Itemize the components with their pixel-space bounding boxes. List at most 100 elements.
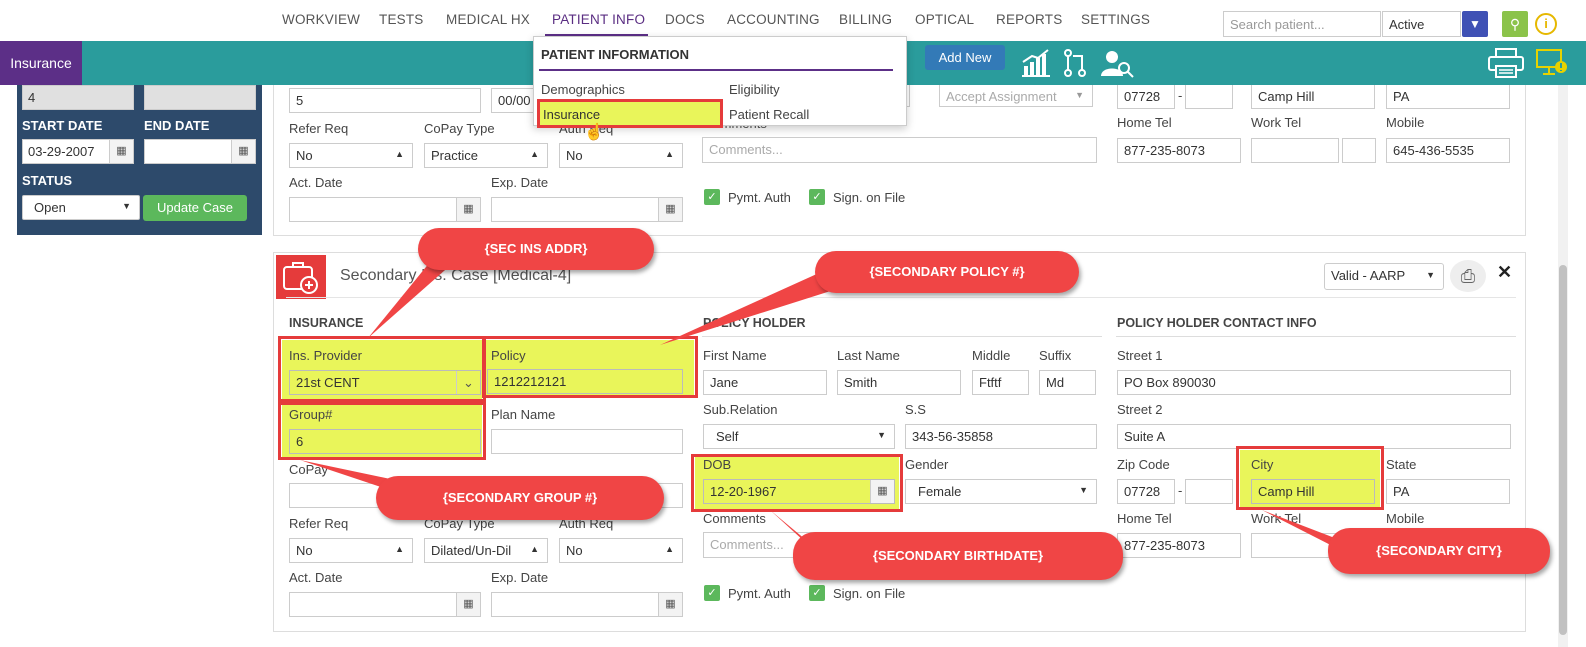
state-field[interactable]: PA bbox=[1386, 85, 1510, 109]
ss-label: S.S bbox=[905, 402, 926, 417]
zip-field[interactable]: 07728 bbox=[1117, 85, 1175, 109]
work-tel-field[interactable] bbox=[1251, 138, 1339, 163]
alert-monitor-icon[interactable] bbox=[1535, 47, 1569, 83]
update-case-button[interactable]: Update Case bbox=[143, 195, 247, 221]
dob-value: 12-20-1967 bbox=[710, 484, 777, 499]
check-icon[interactable]: ✓ bbox=[704, 585, 720, 601]
exp-date-field[interactable]: ▦ bbox=[491, 592, 683, 617]
calendar-icon[interactable]: ▦ bbox=[456, 198, 480, 221]
close-icon[interactable]: ✕ bbox=[1497, 262, 1512, 283]
check-icon[interactable]: ✓ bbox=[704, 189, 720, 205]
info-icon[interactable]: i bbox=[1535, 13, 1557, 35]
tab-insurance[interactable]: Insurance bbox=[0, 41, 82, 85]
nav-tests[interactable]: TESTS bbox=[379, 12, 424, 27]
nav-accounting[interactable]: ACCOUNTING bbox=[727, 12, 820, 27]
middle-field[interactable]: Ftftf bbox=[972, 370, 1029, 395]
menu-item-demographics[interactable]: Demographics bbox=[541, 82, 625, 97]
copay-type-select[interactable]: Dilated/Un-Dil ▲ bbox=[424, 538, 548, 563]
gender-select[interactable]: Female ▼ bbox=[905, 479, 1097, 504]
start-date-field[interactable]: 03-29-2007 ▦ bbox=[22, 139, 134, 164]
middle-label: Middle bbox=[972, 348, 1011, 363]
copay-type-select[interactable]: Practice ▲ bbox=[424, 143, 548, 168]
plan-name-label: Plan Name bbox=[491, 407, 556, 422]
act-date-field[interactable]: ▦ bbox=[289, 592, 481, 617]
status-label: STATUS bbox=[22, 173, 73, 188]
printer-icon[interactable] bbox=[1487, 47, 1525, 85]
refer-req-select[interactable]: No ▲ bbox=[289, 538, 413, 563]
last-name-field[interactable]: Smith bbox=[837, 370, 961, 395]
sub-relation-select[interactable]: Self ▼ bbox=[703, 424, 895, 449]
suffix-field[interactable]: Md bbox=[1039, 370, 1096, 395]
group-field[interactable]: 6 bbox=[289, 429, 481, 454]
zip-field[interactable]: 07728 bbox=[1117, 479, 1175, 504]
first-name-field[interactable]: Jane bbox=[703, 370, 827, 395]
calendar-icon[interactable]: ▦ bbox=[870, 480, 894, 503]
dob-field[interactable]: 12-20-1967 ▦ bbox=[703, 479, 895, 504]
home-tel-field[interactable]: 877-235-8073 bbox=[1117, 138, 1241, 163]
home-tel-label: Home Tel bbox=[1117, 511, 1172, 526]
calendar-icon[interactable]: ▦ bbox=[231, 140, 255, 163]
nav-docs[interactable]: DOCS bbox=[665, 12, 705, 27]
calendar-icon[interactable]: ▦ bbox=[658, 198, 682, 221]
nav-medical-hx[interactable]: MEDICAL HX bbox=[446, 12, 530, 27]
status-select[interactable]: Active bbox=[1382, 11, 1461, 37]
chevron-down-icon[interactable]: ▼ bbox=[1462, 11, 1488, 37]
auth-req-select[interactable]: No ▲ bbox=[559, 143, 683, 168]
add-new-button[interactable]: Add New bbox=[925, 45, 1005, 70]
chart-icon[interactable] bbox=[1020, 48, 1052, 84]
compare-icon[interactable] bbox=[1063, 48, 1087, 84]
state-label: State bbox=[1386, 457, 1417, 472]
case-field-2[interactable] bbox=[144, 85, 256, 110]
calendar-icon[interactable]: ▦ bbox=[658, 593, 682, 616]
scrollbar-thumb[interactable] bbox=[1559, 265, 1567, 635]
case-status-select[interactable]: Open ▼ bbox=[22, 195, 140, 220]
search-icon[interactable]: ⚲ bbox=[1502, 11, 1528, 37]
caret-down-icon: ▼ bbox=[1079, 485, 1088, 495]
zip-dash: - bbox=[1178, 88, 1183, 103]
refer-req-select[interactable]: No ▲ bbox=[289, 143, 413, 168]
work-tel-ext-field[interactable] bbox=[1342, 138, 1376, 163]
nav-patient-info[interactable]: PATIENT INFO bbox=[552, 12, 645, 27]
nav-workview[interactable]: WORKVIEW bbox=[282, 12, 360, 27]
ss-field[interactable]: 343-56-35858 bbox=[905, 424, 1097, 449]
city-field[interactable]: Camp Hill bbox=[1251, 85, 1375, 109]
nav-billing[interactable]: BILLING bbox=[839, 12, 892, 27]
mobile-field[interactable]: 645-436-5535 bbox=[1386, 138, 1510, 163]
work-tel-field[interactable] bbox=[1251, 533, 1339, 558]
zip-ext-field[interactable] bbox=[1185, 479, 1233, 504]
chevron-down-icon[interactable]: ⌄ bbox=[456, 371, 480, 394]
zip-ext-field[interactable] bbox=[1185, 85, 1233, 109]
home-tel-field[interactable]: 877-235-8073 bbox=[1117, 533, 1241, 558]
calendar-icon[interactable]: ▦ bbox=[456, 593, 480, 616]
validity-select[interactable]: Valid - AARP ▼ bbox=[1324, 263, 1444, 290]
exp-date-field[interactable]: ▦ bbox=[491, 197, 683, 222]
end-date-field[interactable]: ▦ bbox=[144, 139, 256, 164]
gender-label: Gender bbox=[905, 457, 949, 472]
plan-name-field[interactable] bbox=[491, 429, 683, 454]
menu-item-insurance[interactable]: Insurance bbox=[537, 99, 723, 128]
caret-down-icon: ▼ bbox=[1426, 270, 1435, 280]
check-icon[interactable]: ✓ bbox=[809, 189, 825, 205]
calendar-icon[interactable]: ▦ bbox=[109, 140, 133, 163]
printer-icon[interactable]: ⎙ bbox=[1450, 260, 1486, 292]
policy-field[interactable]: 1212212121 bbox=[487, 369, 683, 394]
auth-req-select[interactable]: No ▲ bbox=[559, 538, 683, 563]
user-search-icon[interactable] bbox=[1100, 48, 1134, 84]
menu-item-eligibility[interactable]: Eligibility bbox=[729, 82, 780, 97]
auth-req-value: No bbox=[566, 148, 583, 163]
ins-provider-select[interactable]: 21st CENT ⌄ bbox=[289, 370, 481, 395]
street1-field[interactable]: PO Box 890030 bbox=[1117, 370, 1511, 395]
check-icon[interactable]: ✓ bbox=[809, 585, 825, 601]
search-input[interactable]: Search patient... bbox=[1223, 11, 1381, 37]
nav-settings[interactable]: SETTINGS bbox=[1081, 12, 1150, 27]
city-field[interactable]: Camp Hill bbox=[1251, 479, 1375, 504]
act-date-field[interactable]: ▦ bbox=[289, 197, 481, 222]
nav-optical[interactable]: OPTICAL bbox=[915, 12, 974, 27]
accept-assignment-select[interactable]: Accept Assignment ▼ bbox=[939, 85, 1093, 107]
state-field[interactable]: PA bbox=[1386, 479, 1510, 504]
primary-policy-field[interactable]: 5 bbox=[289, 88, 481, 113]
comments-textarea[interactable]: Comments... bbox=[702, 137, 1097, 163]
menu-item-patient-recall[interactable]: Patient Recall bbox=[729, 107, 809, 122]
case-number-field[interactable]: 4 bbox=[22, 85, 134, 110]
nav-reports[interactable]: REPORTS bbox=[996, 12, 1062, 27]
